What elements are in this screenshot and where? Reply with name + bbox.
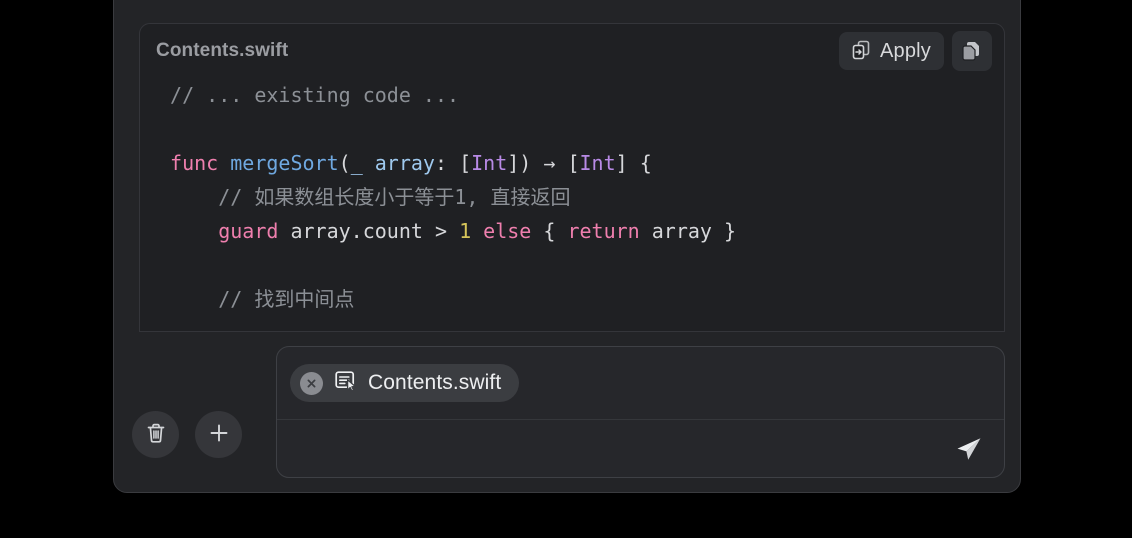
- code-token: Int: [579, 151, 616, 175]
- code-token: _ array: [350, 151, 435, 175]
- message-input[interactable]: [293, 420, 934, 477]
- code-token: else: [483, 219, 532, 243]
- code-token: // ... existing code ...: [158, 83, 460, 107]
- document-cursor-icon: [333, 368, 358, 398]
- message-composer: Contents.swift: [276, 346, 1005, 478]
- attached-file-chip[interactable]: Contents.swift: [290, 364, 520, 402]
- code-line: // 找到中间点: [158, 282, 1004, 316]
- attachment-row: Contents.swift: [277, 347, 1004, 419]
- new-chat-button[interactable]: [195, 411, 242, 458]
- copy-documents-icon: [961, 39, 983, 64]
- bottom-action-bar: [132, 411, 242, 458]
- code-token: array.count >: [278, 219, 460, 243]
- code-token: 1: [459, 219, 472, 243]
- composer-input-row: [277, 420, 1004, 477]
- document-arrow-right-icon: [850, 39, 872, 64]
- send-button[interactable]: [948, 431, 990, 469]
- code-token: Int: [471, 151, 508, 175]
- plus-icon: [206, 420, 232, 449]
- apply-button[interactable]: Apply: [838, 32, 944, 70]
- code-token: ] {: [615, 151, 652, 175]
- code-line: // ... existing code ...: [158, 78, 1004, 112]
- code-line: guard array.count > 1 else { return arra…: [158, 214, 1004, 248]
- code-token: {: [531, 219, 568, 243]
- code-token: ]) → [: [507, 151, 580, 175]
- trash-icon: [143, 420, 169, 449]
- code-token: // 找到中间点: [158, 287, 355, 311]
- code-token: guard: [218, 219, 279, 243]
- code-block-actions: Apply: [838, 31, 992, 71]
- code-token: array }: [639, 219, 737, 243]
- close-x-icon[interactable]: [300, 371, 323, 395]
- code-block-card: Contents.swift Apply // ... existing cod…: [139, 23, 1005, 332]
- code-block-content: // ... existing code ... func mergeSort(…: [140, 78, 1004, 316]
- code-line: func mergeSort(_ array: [Int]) → [Int] {: [158, 146, 1004, 180]
- code-line: // 如果数组长度小于等于1, 直接返回: [158, 180, 1004, 214]
- clear-chat-button[interactable]: [132, 411, 179, 458]
- attached-file-name: Contents.swift: [368, 371, 502, 394]
- copy-button[interactable]: [952, 31, 992, 71]
- paper-plane-icon: [954, 435, 984, 466]
- code-token: : [: [434, 151, 472, 175]
- code-block-header: Contents.swift Apply: [140, 24, 1004, 78]
- code-token: mergeSort: [230, 151, 339, 175]
- chat-panel: Contents.swift Apply // ... existing cod…: [113, 0, 1021, 493]
- code-token: func: [170, 151, 219, 175]
- code-block-filename: Contents.swift: [156, 40, 289, 61]
- code-token: return: [567, 219, 640, 243]
- code-token: (: [338, 151, 351, 175]
- code-token: // 如果数组长度小于等于1, 直接返回: [158, 185, 571, 209]
- apply-button-label: Apply: [879, 39, 931, 62]
